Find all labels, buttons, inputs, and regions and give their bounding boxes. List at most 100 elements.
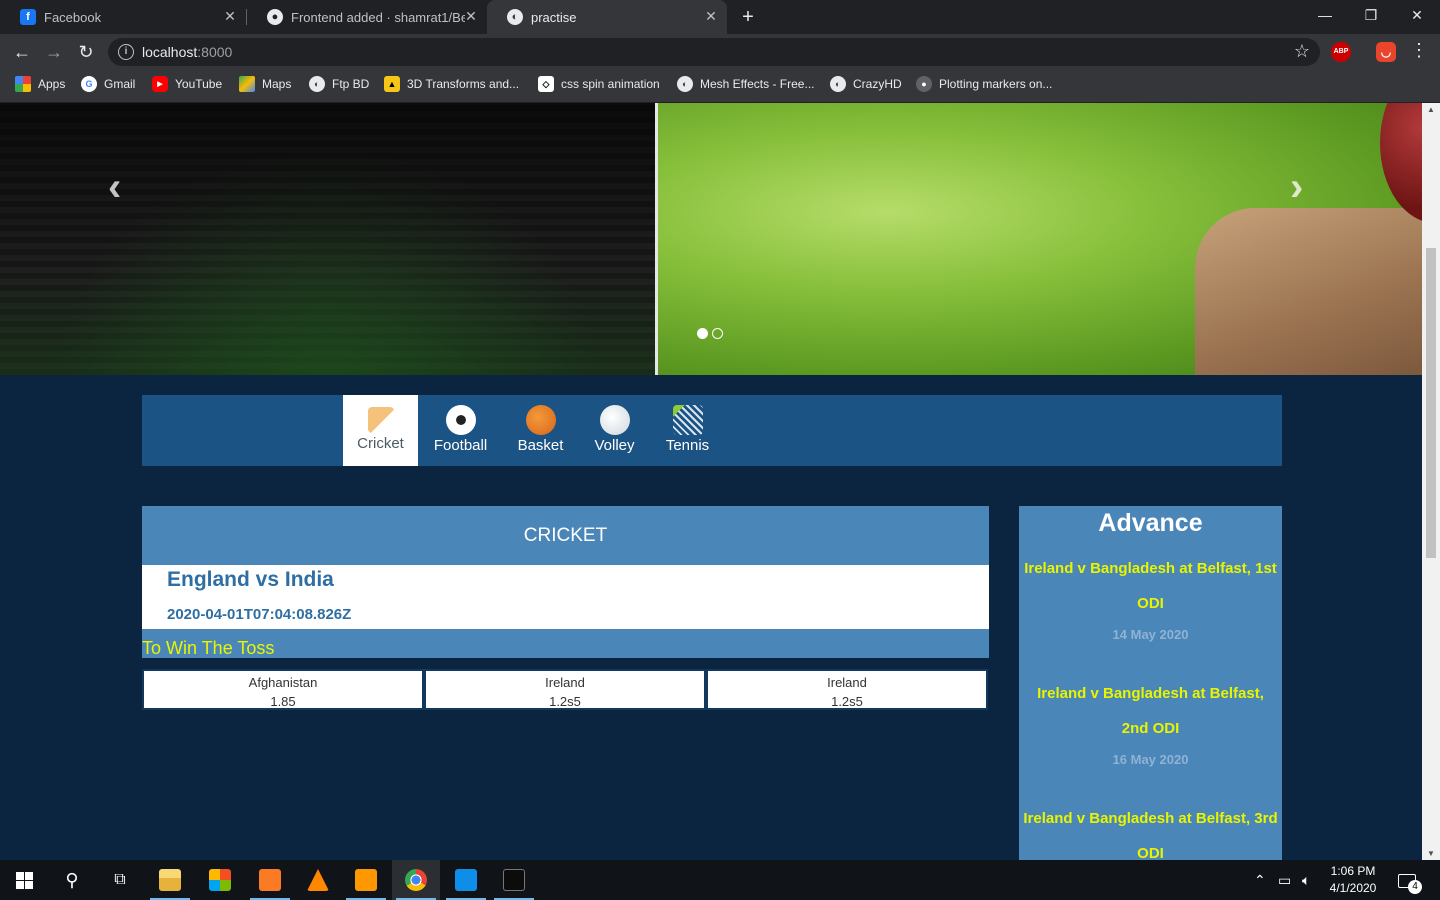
bookmark-label: Maps (262, 77, 292, 91)
tab-label: Basket (517, 437, 564, 454)
search-icon[interactable]: ⚲ (48, 860, 96, 900)
carousel-dot[interactable] (697, 328, 708, 339)
back-icon[interactable]: ← (8, 38, 36, 66)
url-text: localhost:8000 (142, 44, 232, 60)
close-icon[interactable]: ✕ (222, 8, 238, 24)
chrome-icon[interactable] (392, 860, 440, 900)
tab-cricket[interactable]: Cricket (343, 395, 418, 466)
bookmark-css-spin[interactable]: ◇ css spin animation (538, 70, 660, 98)
tray-overflow-icon[interactable]: ⌃ (1254, 860, 1266, 900)
notification-center-icon[interactable]: 4 (1398, 860, 1422, 900)
facebook-icon: f (20, 9, 36, 25)
cricket-panel: CRICKET England vs India 2020-04-01T07:0… (142, 506, 989, 710)
bookmark-apps[interactable]: Apps (15, 70, 65, 98)
scroll-down-icon[interactable]: ▼ (1427, 849, 1435, 858)
tab-volley[interactable]: Volley (577, 395, 652, 466)
globe-icon: ◐ (677, 76, 693, 92)
scrollbar-thumb[interactable] (1426, 248, 1436, 558)
basketball-icon (525, 405, 556, 435)
site-info-icon[interactable]: i (118, 44, 134, 60)
tab-title: Facebook (44, 9, 102, 25)
advance-item[interactable]: Ireland v Bangladesh at Belfast, 2nd ODI… (1019, 676, 1282, 770)
reload-icon[interactable]: ↻ (72, 38, 100, 66)
advance-item-name: Ireland v Bangladesh at Belfast, 3rd ODI (1023, 810, 1278, 860)
tennis-icon (672, 405, 703, 435)
teamviewer-icon[interactable] (442, 860, 490, 900)
cricket-icon (367, 407, 394, 433)
system-clock[interactable]: 1:06 PM 4/1/2020 (1320, 863, 1386, 897)
extension-icon[interactable]: ◡ (1376, 42, 1396, 62)
tab-github[interactable]: ● Frontend added · shamrat1/Bet@ ✕ (247, 0, 487, 34)
file-explorer-icon[interactable] (146, 860, 194, 900)
carousel-dot[interactable] (712, 328, 723, 339)
hero-carousel: ‹ › (0, 103, 1422, 375)
odd-button[interactable]: Ireland 1.2s5 (424, 669, 706, 710)
tab-title: practise (531, 9, 577, 25)
network-icon[interactable]: ▭ (1278, 860, 1291, 900)
tab-tennis[interactable]: Tennis (650, 395, 725, 466)
advance-item[interactable]: Ireland v Bangladesh at Belfast, 3rd ODI (1019, 801, 1282, 860)
bookmark-star-icon[interactable]: ☆ (1294, 41, 1310, 62)
address-bar[interactable]: i localhost:8000 ☆ (108, 38, 1320, 66)
browser-toolbar: ← → ↻ i localhost:8000 ☆ ABP ◡ ⋮ (0, 34, 1440, 70)
bookmark-youtube[interactable]: ▶ YouTube (152, 70, 222, 98)
maximize-icon[interactable]: ❐ (1348, 0, 1394, 30)
windows-logo (15, 871, 33, 889)
scroll-up-icon[interactable]: ▲ (1427, 105, 1435, 114)
window-close-icon[interactable]: ✕ (1394, 0, 1440, 30)
xampp-icon[interactable] (246, 860, 294, 900)
forward-icon[interactable]: → (40, 38, 68, 66)
odd-price: 1.2s5 (831, 694, 863, 709)
bookmark-3d-transforms[interactable]: ▲ 3D Transforms and... (384, 70, 519, 98)
bookmark-maps[interactable]: Maps (239, 70, 291, 98)
terminal-icon[interactable] (490, 860, 538, 900)
bookmark-plotting-markers[interactable]: ● Plotting markers on... (916, 70, 1052, 98)
close-icon[interactable]: ✕ (703, 8, 719, 24)
bookmark-gmail[interactable]: G Gmail (81, 70, 135, 98)
tab-football[interactable]: Football (423, 395, 498, 466)
tab-label: Football (433, 437, 488, 454)
tab-facebook[interactable]: f Facebook ✕ (0, 0, 246, 34)
panel-heading: CRICKET (142, 506, 989, 565)
carousel-prev-icon[interactable]: ‹ (108, 165, 121, 210)
clock-time: 1:06 PM (1330, 864, 1376, 878)
maps-icon (239, 76, 255, 92)
minimize-icon[interactable]: — (1302, 0, 1348, 30)
start-icon[interactable] (0, 860, 48, 900)
bookmark-crazyhd[interactable]: ◐ CrazyHD (830, 70, 902, 98)
sublime-icon[interactable] (342, 860, 390, 900)
odd-button[interactable]: Ireland 1.2s5 (706, 669, 988, 710)
match-card[interactable]: England vs India 2020-04-01T07:04:08.826… (142, 565, 989, 629)
bookmark-label: Gmail (104, 77, 136, 91)
linux-icon: ▲ (384, 76, 400, 92)
bookmarks-bar: Apps G Gmail ▶ YouTube Maps ◐ Ftp BD ▲ 3… (0, 70, 1440, 103)
globe-icon: ◐ (309, 76, 325, 92)
vlc-icon[interactable] (294, 860, 342, 900)
page-scrollbar[interactable]: ▲ ▼ (1422, 103, 1440, 860)
odd-button[interactable]: Afghanistan 1.85 (142, 669, 424, 710)
tab-practise[interactable]: ◐ practise ✕ (487, 0, 727, 34)
browser-tab-strip: f Facebook ✕ ● Frontend added · shamrat1… (0, 0, 1440, 34)
bookmark-ftp-bd[interactable]: ◐ Ftp BD (309, 70, 369, 98)
volume-icon[interactable]: 🔈︎ (1302, 860, 1310, 900)
bookmark-label: css spin animation (561, 77, 660, 91)
page-viewport: ‹ › Cricket Football Basket Volley Tenni… (0, 103, 1440, 860)
odd-team: Afghanistan (248, 675, 318, 690)
market-name: To Win The Toss (142, 629, 989, 658)
stadium-image (0, 103, 655, 375)
advance-sidebar: Advance Ireland v Bangladesh at Belfast,… (1019, 506, 1282, 860)
task-view-icon[interactable]: ⧉ (96, 860, 144, 900)
bookmark-label: 3D Transforms and... (407, 77, 520, 91)
bookmark-mesh-effects[interactable]: ◐ Mesh Effects - Free... (677, 70, 814, 98)
advance-item[interactable]: Ireland v Bangladesh at Belfast, 1st ODI… (1019, 551, 1282, 645)
store-icon[interactable] (196, 860, 244, 900)
tab-basket[interactable]: Basket (503, 395, 578, 466)
new-tab-button[interactable]: + (738, 5, 758, 29)
browser-menu-icon[interactable]: ⋮ (1410, 40, 1428, 61)
bookmark-label: Ftp BD (332, 77, 370, 91)
windows-taskbar: ⚲ ⧉ ⌃ ▭ 🔈︎ 1:06 PM 4/1/2020 4 (0, 860, 1440, 900)
carousel-next-icon[interactable]: › (1290, 165, 1303, 210)
adblock-icon[interactable]: ABP (1331, 42, 1351, 62)
tab-label: Cricket (357, 435, 404, 452)
close-icon[interactable]: ✕ (463, 8, 479, 24)
